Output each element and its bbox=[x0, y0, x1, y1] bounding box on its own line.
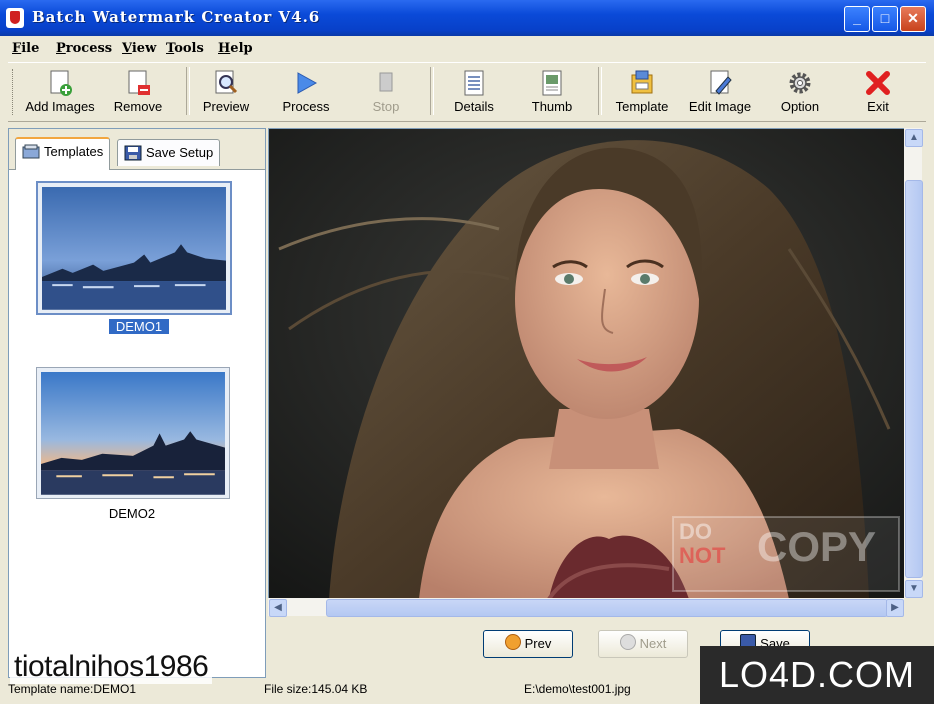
menu-help[interactable]: Help bbox=[218, 41, 253, 56]
stop-button[interactable]: Stop bbox=[344, 65, 428, 119]
vertical-scrollbar[interactable]: ▲ ▼ bbox=[904, 128, 923, 598]
title-bar[interactable]: Batch Watermark Creator V4.6 _ □ ✕ bbox=[0, 0, 934, 36]
menu-view[interactable]: View bbox=[122, 41, 156, 56]
details-list-icon bbox=[464, 70, 484, 96]
template-icon bbox=[631, 70, 653, 94]
tab-save-setup[interactable]: Save Setup bbox=[117, 139, 221, 166]
menu-bar: File Process View Tools Help bbox=[0, 38, 934, 60]
add-images-button[interactable]: Add Images bbox=[18, 65, 102, 119]
template-thumbnail-demo2[interactable] bbox=[36, 367, 230, 499]
template-button[interactable]: Template bbox=[600, 65, 684, 119]
process-button[interactable]: Process bbox=[264, 65, 348, 119]
gear-icon bbox=[789, 72, 811, 94]
scroll-down-arrow-icon[interactable]: ▼ bbox=[905, 580, 923, 598]
scroll-left-arrow-icon[interactable]: ◀ bbox=[269, 599, 287, 617]
thumbnail-icon bbox=[542, 70, 562, 96]
minimize-button[interactable]: _ bbox=[844, 6, 870, 32]
prev-button[interactable]: Prev bbox=[483, 630, 573, 658]
templates-panel: Templates Save Setup DEMO1 DEMO2 bbox=[8, 128, 266, 678]
vertical-scroll-thumb[interactable] bbox=[905, 180, 923, 578]
stop-icon bbox=[379, 72, 393, 92]
panel-tabs: Templates Save Setup bbox=[9, 129, 265, 170]
window-title: Batch Watermark Creator V4.6 bbox=[32, 8, 321, 26]
scroll-right-arrow-icon[interactable]: ▶ bbox=[886, 599, 904, 617]
maximize-button[interactable]: □ bbox=[872, 6, 898, 32]
next-arrow-icon bbox=[619, 634, 636, 650]
next-button[interactable]: Next bbox=[598, 630, 688, 658]
preview-button[interactable]: Preview bbox=[184, 65, 268, 119]
template-image-demo2 bbox=[41, 372, 225, 495]
status-file-size: File size:145.04 KB bbox=[264, 682, 368, 696]
prev-arrow-icon bbox=[504, 634, 521, 650]
thumb-button[interactable]: Thumb bbox=[510, 65, 594, 119]
toolbar-grip[interactable] bbox=[12, 69, 16, 115]
template-caption-demo2[interactable]: DEMO2 bbox=[102, 506, 162, 521]
close-button[interactable]: ✕ bbox=[900, 6, 926, 32]
details-button[interactable]: Details bbox=[432, 65, 516, 119]
app-window: Batch Watermark Creator V4.6 _ □ ✕ File … bbox=[0, 0, 934, 704]
watermark-not: NOT bbox=[679, 543, 726, 568]
template-caption-demo1[interactable]: DEMO1 bbox=[109, 319, 169, 334]
scroll-corner bbox=[904, 598, 922, 616]
horizontal-scroll-thumb[interactable] bbox=[326, 599, 888, 617]
remove-icon bbox=[128, 70, 150, 95]
floppy-disk-icon bbox=[124, 145, 142, 161]
templates-tab-icon bbox=[22, 144, 40, 159]
scroll-up-arrow-icon[interactable]: ▲ bbox=[905, 129, 923, 147]
username-overlay: tiotalnihos1986 bbox=[10, 650, 213, 684]
tab-templates[interactable]: Templates bbox=[15, 137, 111, 170]
remove-button[interactable]: Remove bbox=[96, 65, 180, 119]
menu-tools[interactable]: Tools bbox=[166, 41, 204, 56]
toolbar: Add Images Remove Preview Process Stop D… bbox=[8, 62, 926, 122]
watermark-do: DO bbox=[679, 519, 712, 544]
edit-image-icon bbox=[710, 70, 732, 95]
status-file-path: E:\demo\test001.jpg bbox=[524, 682, 631, 696]
watermark-copy: COPY bbox=[757, 523, 877, 570]
image-preview: DO NOT COPY bbox=[268, 128, 906, 600]
exit-x-icon bbox=[866, 71, 890, 95]
option-button[interactable]: Option bbox=[758, 65, 842, 119]
site-logo-overlay: LO4D.COM bbox=[700, 646, 934, 704]
play-icon bbox=[297, 72, 318, 94]
add-images-icon bbox=[50, 70, 72, 96]
template-image-demo1 bbox=[42, 187, 226, 310]
edit-image-button[interactable]: Edit Image bbox=[678, 65, 762, 119]
app-shield-icon[interactable] bbox=[6, 8, 24, 28]
menu-file[interactable]: File bbox=[12, 41, 39, 56]
template-thumbnail-demo1[interactable] bbox=[36, 181, 232, 315]
exit-button[interactable]: Exit bbox=[836, 65, 920, 119]
menu-process[interactable]: Process bbox=[56, 41, 112, 56]
horizontal-scrollbar[interactable]: ◀ ▶ bbox=[268, 598, 904, 617]
preview-magnifier-icon bbox=[215, 70, 238, 94]
